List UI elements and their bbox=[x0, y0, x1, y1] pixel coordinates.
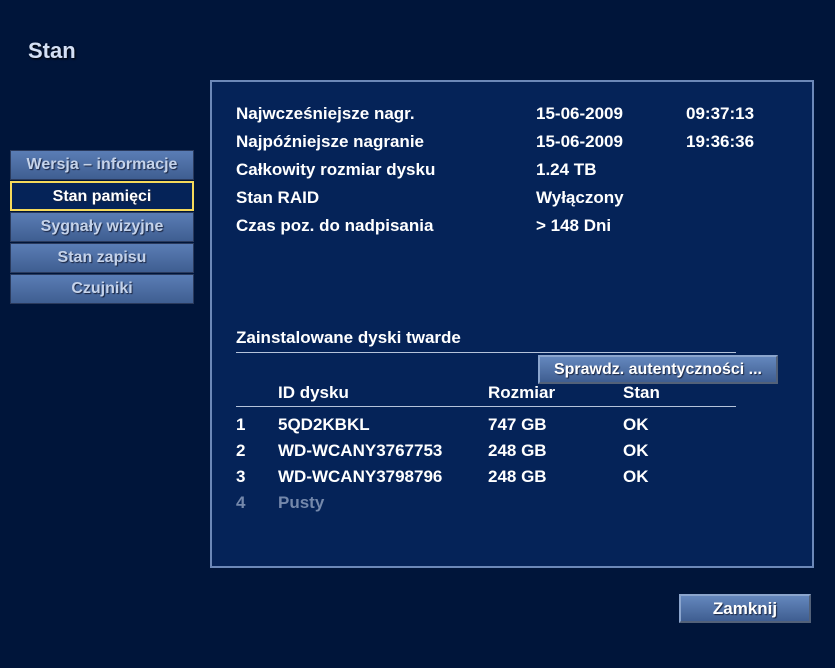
info-label: Najwcześniejsze nagr. bbox=[236, 104, 536, 124]
disk-row: 2 WD-WCANY3767753 248 GB OK bbox=[236, 441, 736, 461]
info-value: Wyłączony bbox=[536, 188, 686, 208]
info-label: Całkowity rozmiar dysku bbox=[236, 160, 536, 180]
sidebar: Wersja – informacje Stan pamięci Sygnały… bbox=[10, 150, 194, 305]
info-time: 19:36:36 bbox=[686, 132, 754, 152]
sidebar-item-recording-status[interactable]: Stan zapisu bbox=[10, 243, 194, 273]
disk-header-size: Rozmiar bbox=[488, 383, 623, 403]
disk-section-title: Zainstalowane dyski twarde bbox=[236, 328, 736, 353]
disk-header-status: Stan bbox=[623, 383, 723, 403]
authenticity-check-button[interactable]: Sprawdz. autentyczności ... bbox=[538, 355, 778, 384]
sidebar-item-memory-status[interactable]: Stan pamięci bbox=[10, 181, 194, 211]
info-row-overwrite: Czas poz. do nadpisania > 148 Dni bbox=[236, 216, 792, 236]
disk-row: 1 5QD2KBKL 747 GB OK bbox=[236, 415, 736, 435]
info-label: Najpóźniejsze nagranie bbox=[236, 132, 536, 152]
disk-header-num bbox=[236, 383, 278, 403]
disk-row: 3 WD-WCANY3798796 248 GB OK bbox=[236, 467, 736, 487]
disk-cell-id: 5QD2KBKL bbox=[278, 415, 488, 435]
sidebar-item-version[interactable]: Wersja – informacje bbox=[10, 150, 194, 180]
close-button[interactable]: Zamknij bbox=[679, 594, 811, 623]
disk-cell-num: 3 bbox=[236, 467, 278, 487]
info-label: Stan RAID bbox=[236, 188, 536, 208]
disk-cell-num: 4 bbox=[236, 493, 278, 513]
sidebar-item-video-signals[interactable]: Sygnały wizyjne bbox=[10, 212, 194, 242]
disk-cell-status bbox=[623, 493, 723, 513]
disk-cell-id: WD-WCANY3798796 bbox=[278, 467, 488, 487]
disk-header-row: ID dysku Rozmiar Stan bbox=[236, 383, 736, 407]
disk-cell-size bbox=[488, 493, 623, 513]
disk-cell-status: OK bbox=[623, 441, 723, 461]
disk-table: ID dysku Rozmiar Stan 1 5QD2KBKL 747 GB … bbox=[236, 383, 736, 513]
info-time: 09:37:13 bbox=[686, 104, 754, 124]
page-title: Stan bbox=[28, 38, 76, 64]
info-row-latest: Najpóźniejsze nagranie 15-06-2009 19:36:… bbox=[236, 132, 792, 152]
info-row-total-size: Całkowity rozmiar dysku 1.24 TB bbox=[236, 160, 792, 180]
disk-cell-size: 248 GB bbox=[488, 467, 623, 487]
info-date: 15-06-2009 bbox=[536, 132, 686, 152]
disk-cell-id: Pusty bbox=[278, 493, 488, 513]
sidebar-item-sensors[interactable]: Czujniki bbox=[10, 274, 194, 304]
disk-cell-status: OK bbox=[623, 467, 723, 487]
disk-cell-num: 2 bbox=[236, 441, 278, 461]
info-value: 1.24 TB bbox=[536, 160, 686, 180]
info-date: 15-06-2009 bbox=[536, 104, 686, 124]
disk-cell-size: 248 GB bbox=[488, 441, 623, 461]
disk-cell-status: OK bbox=[623, 415, 723, 435]
disk-cell-size: 747 GB bbox=[488, 415, 623, 435]
disk-cell-num: 1 bbox=[236, 415, 278, 435]
content-panel: Najwcześniejsze nagr. 15-06-2009 09:37:1… bbox=[210, 80, 814, 568]
info-row-earliest: Najwcześniejsze nagr. 15-06-2009 09:37:1… bbox=[236, 104, 792, 124]
disk-cell-id: WD-WCANY3767753 bbox=[278, 441, 488, 461]
disk-row-empty: 4 Pusty bbox=[236, 493, 736, 513]
info-value: > 148 Dni bbox=[536, 216, 686, 236]
info-row-raid: Stan RAID Wyłączony bbox=[236, 188, 792, 208]
info-label: Czas poz. do nadpisania bbox=[236, 216, 536, 236]
disk-header-id: ID dysku bbox=[278, 383, 488, 403]
